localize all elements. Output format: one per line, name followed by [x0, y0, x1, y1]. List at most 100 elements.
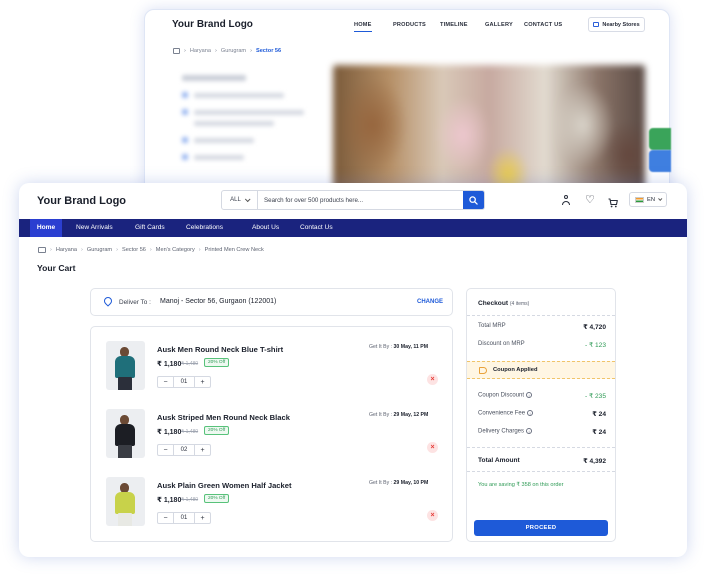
- search-input[interactable]: Search for over 500 products here...: [258, 197, 463, 204]
- chevron-right-icon: ›: [215, 48, 217, 54]
- product-thumbnail[interactable]: [106, 409, 145, 458]
- product-price: ₹ 1,180: [157, 361, 182, 368]
- info-icon[interactable]: i: [527, 410, 534, 416]
- cart-icon[interactable]: [608, 195, 618, 208]
- nav-about-us[interactable]: About Us: [252, 219, 279, 237]
- qty-minus-button[interactable]: −: [158, 513, 173, 523]
- delivery-charges-row: Delivery Charges i ₹ 24: [478, 428, 606, 436]
- language-selector[interactable]: EN: [629, 192, 667, 207]
- qty-value: 02: [173, 445, 195, 455]
- store-icon: [593, 22, 600, 27]
- back-sidebar-blurred: [172, 66, 324, 198]
- breadcrumb-item[interactable]: Gurugram: [87, 247, 112, 253]
- back-nav-products[interactable]: PRODUCTS: [393, 22, 426, 28]
- product-mrp: ₹ 1,480: [181, 361, 199, 367]
- product-name[interactable]: Ausk Plain Green Women Half Jacket: [157, 481, 292, 490]
- chevron-right-icon: ›: [81, 247, 83, 253]
- qty-value: 01: [173, 377, 195, 387]
- coupon-applied-bar[interactable]: Coupon Applied: [467, 361, 615, 379]
- cart-item: Ausk Plain Green Women Half Jacket ₹ 1,1…: [91, 477, 452, 537]
- remove-item-button[interactable]: ×: [427, 442, 438, 453]
- cart-items-list: Ausk Men Round Neck Blue T-shirt ₹ 1,180…: [90, 326, 453, 542]
- search-bar: ALL Search for over 500 products here...: [221, 190, 485, 210]
- wishlist-heart-icon[interactable]: ♡: [585, 195, 595, 206]
- quantity-stepper: − 02 +: [157, 444, 211, 456]
- back-brand-logo: Your Brand Logo: [172, 19, 253, 30]
- store-icon: [173, 48, 180, 54]
- chevron-right-icon: ›: [250, 48, 252, 54]
- quantity-stepper: − 01 +: [157, 376, 211, 388]
- product-price: ₹ 1,180: [157, 497, 182, 504]
- brand-logo[interactable]: Your Brand Logo: [37, 195, 126, 207]
- search-button[interactable]: [463, 191, 484, 209]
- proceed-button[interactable]: PROCEED: [474, 520, 608, 536]
- hero-image-blurred: [333, 65, 645, 198]
- deliver-to-label: Deliver To :: [119, 299, 151, 306]
- search-icon: [469, 195, 478, 205]
- nearby-stores-button[interactable]: Nearby Stores: [588, 17, 645, 32]
- nav-gift-cards[interactable]: Gift Cards: [135, 219, 165, 237]
- side-tab-green[interactable]: [649, 128, 671, 150]
- location-pin-icon: [102, 295, 114, 307]
- discount-badge: 20% Off: [204, 494, 230, 503]
- category-value: ALL: [230, 197, 241, 203]
- breadcrumb-item[interactable]: Haryana: [56, 247, 77, 253]
- nav-contact-us[interactable]: Contact Us: [300, 219, 333, 237]
- close-icon: ×: [430, 376, 435, 383]
- saving-message: You are saving ₹ 358 on this order: [478, 482, 564, 488]
- qty-minus-button[interactable]: −: [158, 377, 173, 387]
- product-thumbnail[interactable]: [106, 477, 145, 526]
- nav-new-arrivals[interactable]: New Arrivals: [76, 219, 113, 237]
- info-icon[interactable]: i: [526, 392, 533, 398]
- coupon-discount-row: Coupon Discount i - ₹ 235: [478, 392, 606, 400]
- back-nav-contact[interactable]: CONTACT US: [524, 22, 562, 28]
- back-nav-gallery[interactable]: GALLERY: [485, 22, 513, 28]
- back-breadcrumb-current: Sector 56: [255, 48, 282, 54]
- delivery-address-box: Deliver To : Manoj - Sector 56, Gurgaon …: [90, 288, 453, 316]
- qty-plus-button[interactable]: +: [195, 445, 210, 455]
- delivery-address: Manoj - Sector 56, Gurgaon (122001): [160, 298, 277, 305]
- back-breadcrumb-item[interactable]: Gurugram: [221, 48, 246, 54]
- background-window: Your Brand Logo HOME PRODUCTS TIMELINE G…: [144, 9, 670, 199]
- nearby-stores-label: Nearby Stores: [602, 21, 640, 28]
- user-icon[interactable]: [561, 195, 571, 205]
- breadcrumb: › Haryana › Gurugram › Sector 56 › Men's…: [38, 247, 264, 253]
- delivery-eta: Get It By : 30 May, 11 PM: [369, 344, 429, 350]
- remove-item-button[interactable]: ×: [427, 510, 438, 521]
- product-name[interactable]: Ausk Striped Men Round Neck Black: [157, 413, 290, 422]
- chevron-down-icon: [658, 196, 663, 201]
- nav-celebrations[interactable]: Celebrations: [186, 219, 223, 237]
- product-name[interactable]: Ausk Men Round Neck Blue T-shirt: [157, 345, 283, 354]
- total-amount-value: ₹ 4,392: [583, 458, 606, 465]
- remove-item-button[interactable]: ×: [427, 374, 438, 385]
- product-mrp: ₹ 1,480: [181, 429, 199, 435]
- qty-minus-button[interactable]: −: [158, 445, 173, 455]
- product-mrp: ₹ 1,480: [181, 497, 199, 503]
- side-tab-blue[interactable]: [649, 150, 671, 172]
- back-nav-timeline[interactable]: TIMELINE: [440, 22, 468, 28]
- cart-item: Ausk Striped Men Round Neck Black ₹ 1,18…: [91, 409, 452, 469]
- back-breadcrumb-item[interactable]: Haryana: [190, 48, 211, 54]
- qty-plus-button[interactable]: +: [195, 377, 210, 387]
- breadcrumb-item[interactable]: Men's Category: [156, 247, 195, 253]
- chevron-down-icon: [244, 196, 251, 203]
- main-navbar: Home New Arrivals Gift Cards Celebration…: [19, 219, 687, 237]
- change-address-button[interactable]: CHANGE: [417, 299, 443, 305]
- quantity-stepper: − 01 +: [157, 512, 211, 524]
- back-nav-home[interactable]: HOME: [354, 22, 372, 32]
- category-select[interactable]: ALL: [222, 191, 258, 209]
- discount-row: Discount on MRP - ₹ 123: [478, 341, 606, 349]
- discount-value: - ₹ 123: [584, 342, 606, 349]
- checkout-title: Checkout (4 items): [478, 300, 530, 307]
- convenience-fee-value: ₹ 24: [592, 411, 606, 418]
- product-thumbnail[interactable]: [106, 341, 145, 390]
- info-icon[interactable]: i: [526, 428, 533, 434]
- qty-plus-button[interactable]: +: [195, 513, 210, 523]
- breadcrumb-item[interactable]: Sector 56: [122, 247, 146, 253]
- discount-badge: 20% Off: [204, 358, 230, 367]
- cart-window: Your Brand Logo ALL Search for over 500 …: [19, 183, 687, 557]
- nav-home[interactable]: Home: [30, 219, 62, 237]
- product-price: ₹ 1,180: [157, 429, 182, 436]
- language-value: EN: [646, 196, 656, 203]
- close-icon: ×: [430, 512, 435, 519]
